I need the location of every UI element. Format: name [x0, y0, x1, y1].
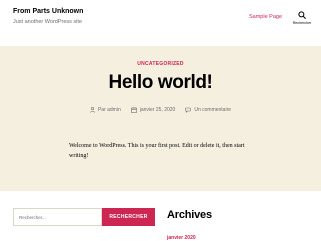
site-title[interactable]: From Parts Unknown	[13, 8, 83, 15]
post-comments[interactable]: Un commentaire	[185, 107, 231, 113]
search-icon	[298, 11, 306, 19]
post-date-label: janvier 25, 2020	[139, 107, 176, 113]
post-content: Welcome to WordPress. This is your first…	[69, 143, 245, 159]
post-comments-label: Un commentaire	[194, 107, 232, 113]
comment-icon	[185, 107, 191, 113]
search-toggle-button[interactable]: Rechercher	[288, 11, 316, 31]
archives-widget-title: Archives	[167, 209, 212, 221]
user-icon	[90, 107, 95, 113]
site-header: From Parts Unknown Just another WordPres…	[0, 0, 321, 46]
post-date[interactable]: janvier 25, 2020	[130, 107, 176, 113]
post-category-link[interactable]: UNCATEGORIZED	[0, 61, 321, 67]
post-meta: Par admin janvier 25, 2020 Un commentair…	[0, 107, 321, 113]
nav-link-sample-page[interactable]: Sample Page	[249, 14, 282, 20]
post-title[interactable]: Hello world!	[0, 72, 321, 94]
search-submit-button[interactable]: RECHERCHER	[102, 208, 155, 226]
search-input[interactable]	[13, 208, 102, 226]
search-toggle-label: Rechercher	[292, 21, 312, 25]
site-description: Just another WordPress site	[13, 19, 82, 25]
post-author-label: Par admin	[97, 107, 121, 113]
post-author[interactable]: Par admin	[90, 107, 121, 113]
calendar-icon	[130, 107, 137, 113]
footer-widgets: RECHERCHER	[0, 191, 321, 241]
archive-link-january-2020[interactable]: janvier 2020	[167, 235, 196, 241]
